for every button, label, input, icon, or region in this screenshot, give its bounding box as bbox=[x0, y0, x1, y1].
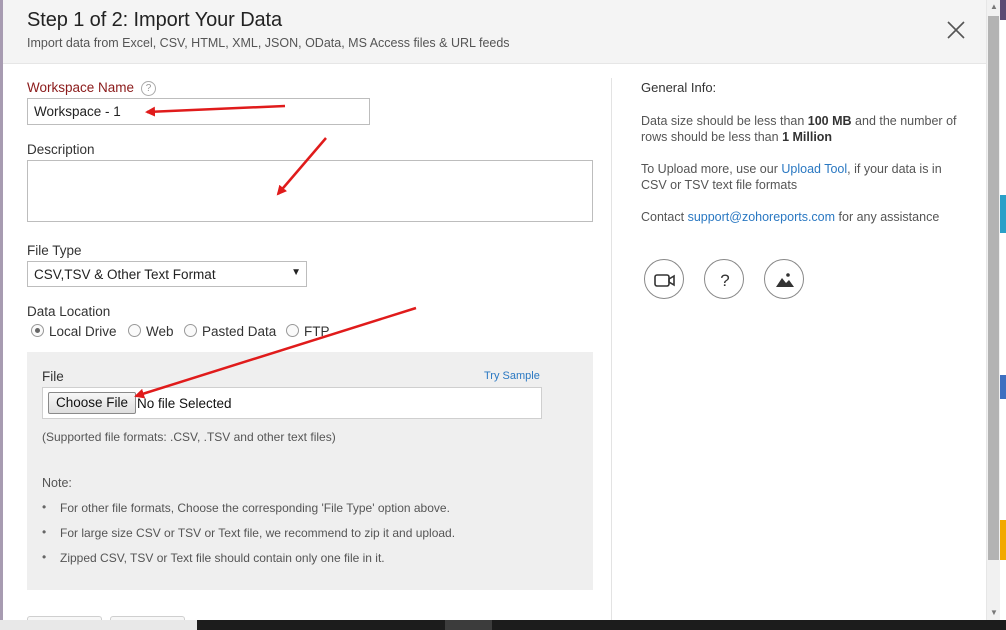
file-type-select[interactable]: CSV,TSV & Other Text Format ▼ bbox=[27, 261, 307, 287]
radio-button[interactable] bbox=[286, 324, 299, 337]
file-panel: File Try Sample Choose File No file Sele… bbox=[27, 352, 593, 590]
import-dialog: Step 1 of 2: Import Your Data Import dat… bbox=[3, 0, 986, 622]
radio-pasted-data[interactable]: Pasted Data bbox=[184, 324, 276, 339]
contact-info: Contact support@zohoreports.com for any … bbox=[641, 209, 961, 225]
image-icon[interactable] bbox=[764, 259, 804, 299]
help-icon[interactable]: ? bbox=[141, 81, 156, 96]
scroll-thumb[interactable] bbox=[988, 16, 999, 560]
info-text: Contact bbox=[641, 210, 688, 224]
taskbar-segment bbox=[0, 620, 197, 630]
note-text: For large size CSV or TSV or Text file, … bbox=[60, 526, 456, 540]
help-circle-icon[interactable]: ? bbox=[704, 259, 744, 299]
note-title: Note: bbox=[42, 476, 72, 490]
svg-text:?: ? bbox=[720, 271, 729, 290]
data-size-info: Data size should be less than 100 MB and… bbox=[641, 113, 961, 145]
radio-label: Pasted Data bbox=[202, 324, 277, 339]
try-sample-link[interactable]: Try Sample bbox=[484, 370, 540, 382]
video-icon[interactable] bbox=[644, 259, 684, 299]
background-glimpse bbox=[1000, 195, 1006, 233]
scroll-up-icon[interactable]: ▲ bbox=[987, 0, 1001, 14]
radio-local-drive[interactable]: Local Drive bbox=[31, 324, 117, 339]
workspace-name-input[interactable] bbox=[27, 98, 370, 125]
scrollbar[interactable]: ▲ ▼ bbox=[986, 0, 1000, 622]
divider bbox=[611, 78, 612, 622]
choose-file-button[interactable]: Choose File bbox=[48, 392, 137, 414]
data-location-label: Data Location bbox=[27, 304, 111, 319]
radio-web[interactable]: Web bbox=[128, 324, 174, 339]
background-glimpse bbox=[1000, 0, 1006, 20]
dialog-header: Step 1 of 2: Import Your Data Import dat… bbox=[3, 0, 986, 64]
workspace-name-label: Workspace Name bbox=[27, 80, 135, 95]
info-text: To Upload more, use our bbox=[641, 162, 782, 176]
chevron-down-icon: ▼ bbox=[291, 267, 301, 278]
supported-formats: (Supported file formats: .CSV, .TSV and … bbox=[42, 430, 336, 444]
description-label: Description bbox=[27, 142, 95, 157]
radio-label: Local Drive bbox=[49, 324, 117, 339]
rows-limit: 1 Million bbox=[782, 130, 833, 144]
file-type-selected: CSV,TSV & Other Text Format bbox=[34, 267, 216, 282]
radio-label: Web bbox=[146, 324, 174, 339]
note-text: Zipped CSV, TSV or Text file should cont… bbox=[60, 551, 385, 565]
info-text: for any assistance bbox=[835, 210, 940, 224]
radio-ftp[interactable]: FTP bbox=[286, 324, 330, 339]
radio-button[interactable] bbox=[31, 324, 44, 337]
dialog-title: Step 1 of 2: Import Your Data bbox=[27, 9, 283, 31]
background-glimpse bbox=[1000, 520, 1006, 560]
radio-button[interactable] bbox=[128, 324, 141, 337]
file-input[interactable]: Choose File No file Selected bbox=[42, 387, 542, 419]
upload-tool-info: To Upload more, use our Upload Tool, if … bbox=[641, 161, 961, 193]
no-file-text: No file Selected bbox=[137, 396, 232, 411]
upload-tool-link[interactable]: Upload Tool bbox=[781, 162, 847, 176]
size-limit: 100 MB bbox=[807, 114, 852, 128]
support-email-link[interactable]: support@zohoreports.com bbox=[688, 210, 835, 224]
general-info-title: General Info: bbox=[641, 80, 717, 95]
background-glimpse bbox=[1000, 375, 1006, 399]
file-type-label: File Type bbox=[27, 243, 82, 258]
close-icon[interactable] bbox=[944, 18, 968, 42]
list-item: Zipped CSV, TSV or Text file should cont… bbox=[42, 550, 385, 565]
description-textarea[interactable] bbox=[27, 160, 593, 222]
dialog-subtitle: Import data from Excel, CSV, HTML, XML, … bbox=[27, 36, 510, 50]
note-text: For other file formats, Choose the corre… bbox=[60, 501, 450, 515]
list-item: For large size CSV or TSV or Text file, … bbox=[42, 525, 456, 540]
list-item: For other file formats, Choose the corre… bbox=[42, 500, 450, 515]
info-text: Data size should be less than bbox=[641, 114, 808, 128]
file-label: File bbox=[42, 369, 64, 384]
radio-label: FTP bbox=[304, 324, 330, 339]
taskbar-segment bbox=[445, 620, 492, 630]
radio-button[interactable] bbox=[184, 324, 197, 337]
scroll-down-icon[interactable]: ▼ bbox=[987, 606, 1001, 620]
